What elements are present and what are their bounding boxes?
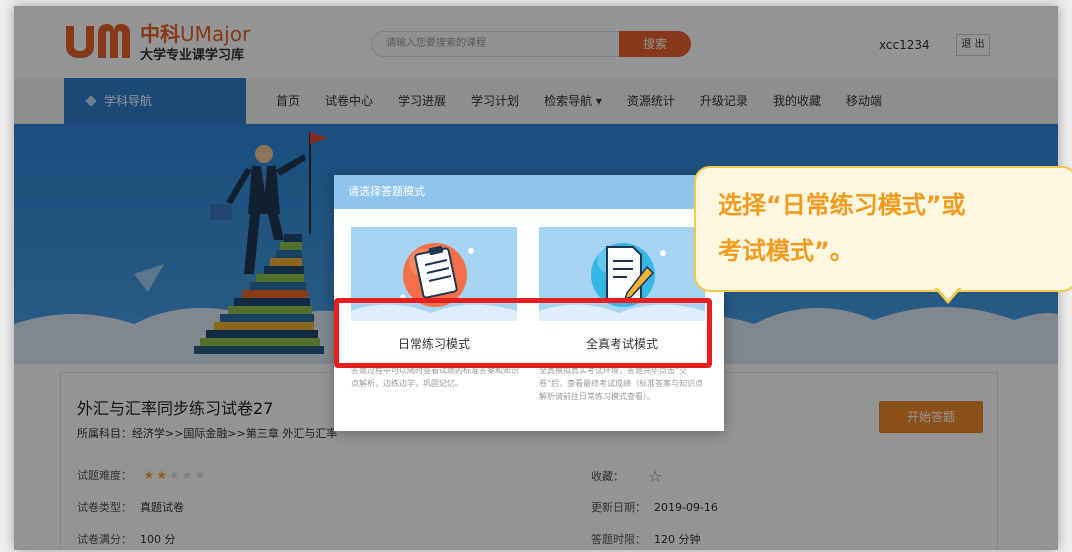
dialog-title: 请选择答题模式 — [334, 175, 724, 209]
exam-mode-desc: 全真模拟真实考试环境，答题完毕点击“交卷”后，查看最终考试成绩（标准答案与知识点… — [539, 366, 704, 401]
instruction-callout: 选择“日常练习模式”或 考试模式”。 — [694, 166, 1072, 304]
callout-text: 选择“日常练习模式”或 考试模式”。 — [718, 182, 966, 274]
callout-tail-inner — [937, 287, 959, 300]
mode-highlight-box — [334, 298, 712, 368]
callout-line-1: 选择“日常练习模式”或 — [718, 191, 966, 219]
callout-line-2: 考试模式”。 — [718, 237, 854, 265]
